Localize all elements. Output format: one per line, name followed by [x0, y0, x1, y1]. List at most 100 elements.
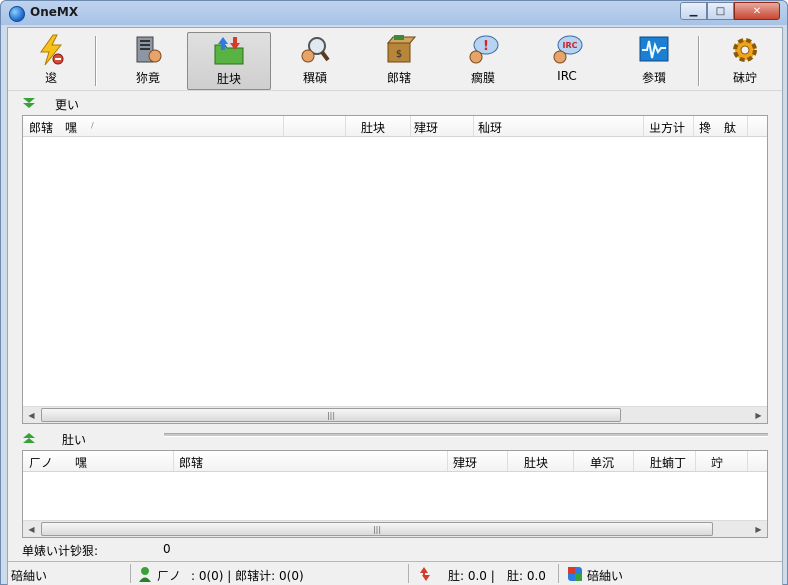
col-header[interactable]: ㄓ方计 [649, 119, 685, 136]
graph-icon [637, 34, 671, 66]
toolbar-options-label: 砞竚 [732, 71, 757, 85]
search-icon [298, 34, 332, 66]
col-header[interactable]: 嘿 [75, 454, 87, 471]
scroll-right-icon[interactable]: ▶ [750, 521, 767, 537]
col-header[interactable]: 肚蝻丁 [650, 454, 686, 471]
toolbar-search-button[interactable]: 穓碽 [286, 32, 344, 90]
col-header[interactable]: 竚 [711, 454, 723, 471]
transfer-arrows-icon [420, 567, 430, 581]
uploads-list[interactable]: ㄏノ 嘿 郎辖 肂玡 肚块 单沉 肚蝻丁 竚 ◀ ||| ▶ [22, 450, 768, 538]
lightning-icon [34, 34, 68, 66]
column-divider[interactable] [173, 451, 174, 471]
col-header[interactable]: 肚块 [524, 454, 548, 471]
toolbar-connect-label: 逡 [44, 71, 57, 85]
queue-summary-label: 单婊い计钞狠: [22, 544, 99, 558]
folder-transfer-icon [212, 35, 246, 67]
minimize-icon: ▁ [689, 5, 698, 17]
client-area: 逡 狝竟 肚块 穓碽 $ 郎辖 ! 瘸膜 IRC IRC 参瓆 砞竚 更い 郎辖… [7, 27, 783, 585]
title-bar[interactable]: OneMX ▁ □ ✕ [1, 1, 787, 25]
col-header[interactable]: 肂玡 [414, 119, 438, 136]
queue-summary: 单婊い计钞狠: 0 [22, 542, 782, 560]
uploads-list-header: ㄏノ 嘿 郎辖 肂玡 肚块 单沉 肚蝻丁 竚 [23, 451, 767, 472]
toolbar-library-button[interactable]: $ 郎辖 [370, 32, 428, 90]
col-header[interactable]: ㄏノ [29, 454, 53, 471]
gear-icon [728, 34, 762, 66]
chat-icon: ! [466, 34, 500, 66]
column-divider[interactable] [447, 451, 448, 471]
toolbar-chat-label: 瘸膜 [470, 71, 495, 85]
window-title: OneMX [30, 5, 79, 19]
column-divider[interactable] [410, 116, 411, 136]
col-header[interactable]: 搀 [699, 119, 711, 136]
download-arrows-icon [23, 98, 35, 108]
sort-indicator-icon: / [91, 121, 94, 130]
toolbar-stats-button[interactable]: 参瓆 [625, 32, 683, 90]
status-bar: 碚紬い ㄏノ : 0(0) | 郎辖计: 0(0) 肚: 0.0 | 肚: 0.… [8, 561, 782, 585]
maximize-button[interactable]: □ [707, 2, 734, 20]
column-divider[interactable] [473, 116, 474, 136]
column-divider[interactable] [283, 116, 284, 136]
toolbar-irc-label: IRC [557, 69, 577, 83]
scroll-right-icon[interactable]: ▶ [750, 407, 767, 423]
col-header[interactable]: 嘿 [65, 119, 77, 136]
column-divider[interactable] [345, 116, 346, 136]
scroll-thumb[interactable]: ||| [41, 408, 621, 422]
col-header[interactable]: 肚块 [361, 119, 385, 136]
scroll-left-icon[interactable]: ◀ [23, 521, 40, 537]
toolbar-separator [95, 36, 97, 86]
uploads-horizontal-scrollbar[interactable]: ◀ ||| ▶ [23, 520, 767, 537]
toolbar-library-label: 郎辖 [386, 71, 411, 85]
column-divider[interactable] [643, 116, 644, 136]
money-box-icon: $ [382, 34, 417, 66]
col-header[interactable]: 舦 [724, 119, 736, 136]
col-header[interactable]: 单沉 [590, 454, 614, 471]
status-users-label: ㄏノ [157, 569, 182, 583]
toolbar-transfer-label: 肚块 [216, 72, 241, 86]
status-divider [408, 564, 409, 583]
queue-summary-value: 0 [163, 542, 171, 556]
network-globe-icon [568, 567, 582, 581]
toolbar-browse-button[interactable]: 狝竟 [119, 32, 177, 90]
irc-icon: IRC [550, 34, 584, 66]
toolbar-chat-button[interactable]: ! 瘸膜 [454, 32, 512, 90]
column-divider[interactable] [573, 451, 574, 471]
toolbar-irc-button[interactable]: IRC IRC [538, 32, 596, 90]
col-header[interactable]: 秈玡 [478, 119, 502, 136]
col-header[interactable]: 肂玡 [453, 454, 477, 471]
toolbar-browse-label: 狝竟 [135, 71, 160, 85]
status-divider [130, 564, 131, 583]
scroll-left-icon[interactable]: ◀ [23, 407, 40, 423]
toolbar-separator [698, 36, 700, 86]
toolbar-transfer-button[interactable]: 肚块 [187, 32, 271, 90]
close-button[interactable]: ✕ [734, 2, 780, 20]
toolbar-options-button[interactable]: 砞竚 [716, 32, 774, 90]
app-window: OneMX ▁ □ ✕ 逡 狝竟 肚块 穓碽 $ 郎辖 ! 瘸膜 IRC IRC… [0, 0, 788, 585]
downloads-list[interactable]: 郎辖 嘿 / 肚块 肂玡 秈玡 ㄓ方计 搀 舦 ◀ ||| ▶ [22, 115, 768, 424]
column-divider[interactable] [747, 116, 748, 136]
column-divider[interactable] [693, 116, 694, 136]
svg-text:$: $ [396, 49, 402, 60]
uploads-section-bar[interactable]: 肚い [8, 427, 782, 449]
status-users-value: : 0(0) | 郎辖计: 0(0) [191, 569, 304, 583]
column-divider[interactable] [507, 451, 508, 471]
scroll-thumb[interactable]: ||| [41, 522, 713, 536]
downloads-label: 更い [55, 98, 80, 112]
column-divider[interactable] [695, 451, 696, 471]
main-toolbar: 逡 狝竟 肚块 穓碽 $ 郎辖 ! 瘸膜 IRC IRC 参瓆 砞竚 [8, 28, 782, 91]
minimize-button[interactable]: ▁ [680, 2, 707, 20]
downloads-list-header: 郎辖 嘿 / 肚块 肂玡 秈玡 ㄓ方计 搀 舦 [23, 116, 767, 137]
column-divider[interactable] [633, 451, 634, 471]
col-header[interactable]: 郎辖 [179, 454, 203, 471]
downloads-horizontal-scrollbar[interactable]: ◀ ||| ▶ [23, 406, 767, 423]
server-icon [131, 34, 165, 66]
svg-text:!: ! [483, 39, 489, 54]
svg-text:IRC: IRC [562, 41, 577, 50]
column-divider[interactable] [747, 451, 748, 471]
toolbar-stats-label: 参瓆 [641, 71, 666, 85]
toolbar-connect-button[interactable]: 逡 [22, 32, 80, 90]
col-header[interactable]: 郎辖 [29, 119, 53, 136]
status-upload-rate: 肚: 0.0 [507, 569, 546, 583]
uploads-splitter[interactable] [164, 433, 768, 437]
downloads-section-bar[interactable]: 更い [8, 92, 782, 114]
uploads-label: 肚い [62, 433, 87, 447]
